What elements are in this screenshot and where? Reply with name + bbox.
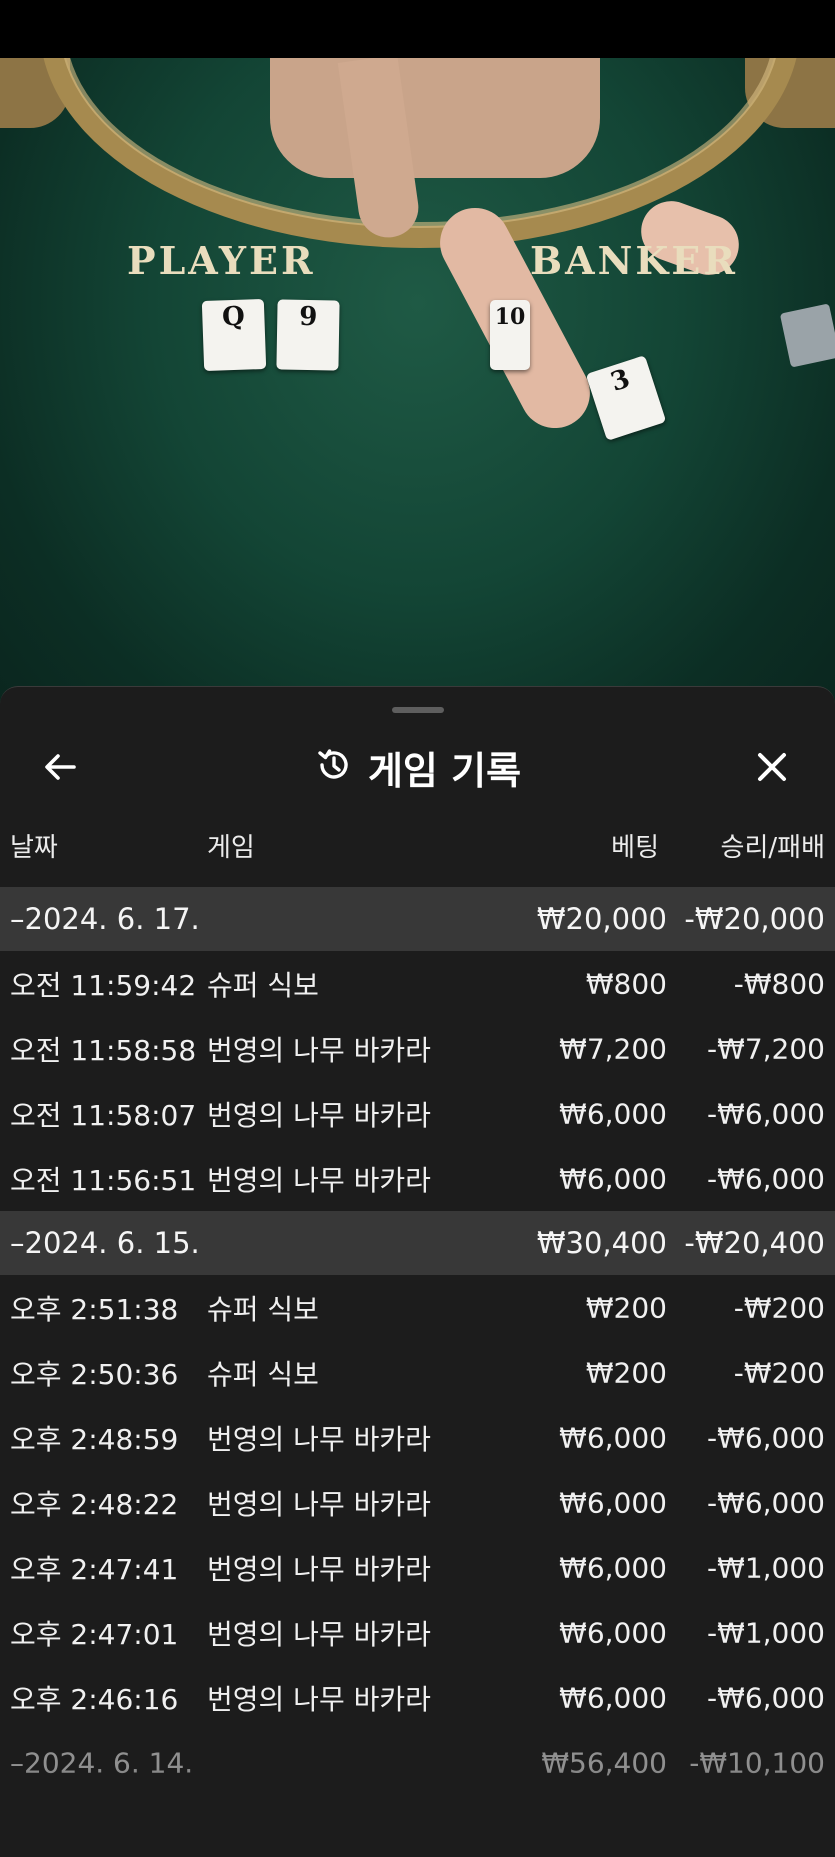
- row-time: 오전 11:58:07: [10, 1098, 197, 1132]
- row-time: 오후 2:48:59: [10, 1422, 179, 1456]
- history-row[interactable]: 오후 2:48:22 번영의 나무 바카라 ₩6,000 -₩6,000: [0, 1470, 835, 1535]
- arrow-left-icon: [45, 754, 76, 780]
- player-label: PLAYER: [127, 238, 316, 283]
- row-win-loss: -₩200: [733, 1356, 825, 1389]
- row-win-loss: -₩6,000: [707, 1486, 825, 1519]
- row-time: 오후 2:47:41: [10, 1552, 179, 1586]
- row-win-loss: -₩6,000: [707, 1421, 825, 1454]
- group-bet-total: ₩56,400: [541, 1746, 667, 1779]
- row-win-loss: -₩200: [733, 1291, 825, 1324]
- group-date: –2024. 6. 17.: [10, 902, 200, 936]
- playing-card: 10: [490, 300, 530, 370]
- column-header-game: 게임: [207, 833, 255, 863]
- row-bet: ₩6,000: [559, 1551, 667, 1584]
- banker-label: BANKER: [530, 238, 738, 283]
- row-bet: ₩200: [585, 1356, 667, 1389]
- card-shoe: [779, 303, 835, 368]
- row-game: 번영의 나무 바카라: [207, 1617, 431, 1651]
- playing-card: 3: [585, 355, 667, 441]
- drag-handle[interactable]: [392, 707, 444, 713]
- row-bet: ₩6,000: [559, 1616, 667, 1649]
- history-row[interactable]: 오전 11:58:58 번영의 나무 바카라 ₩7,200 -₩7,200: [0, 1016, 835, 1081]
- row-bet: ₩200: [585, 1291, 667, 1324]
- row-game: 번영의 나무 바카라: [207, 1682, 431, 1716]
- row-time: 오후 2:46:16: [10, 1682, 179, 1716]
- page-title: 게임 기록: [367, 748, 522, 793]
- history-row[interactable]: 오전 11:58:07 번영의 나무 바카라 ₩6,000 -₩6,000: [0, 1081, 835, 1146]
- close-button[interactable]: [750, 745, 794, 789]
- history-header: 게임 기록: [0, 735, 835, 799]
- row-game: 번영의 나무 바카라: [207, 1422, 431, 1456]
- group-win-loss-total: -₩20,000: [684, 902, 825, 936]
- group-win-loss-total: -₩10,100: [689, 1746, 825, 1779]
- history-row[interactable]: 오전 11:56:51 번영의 나무 바카라 ₩6,000 -₩6,000: [0, 1146, 835, 1211]
- history-list: –2024. 6. 17. ₩20,000 -₩20,000 오전 11:59:…: [0, 887, 835, 1795]
- column-header-date: 날짜: [10, 833, 58, 863]
- row-bet: ₩6,000: [559, 1097, 667, 1130]
- row-game: 번영의 나무 바카라: [207, 1552, 431, 1586]
- group-bet-total: ₩30,400: [536, 1226, 667, 1260]
- row-bet: ₩6,000: [559, 1681, 667, 1714]
- row-game: 번영의 나무 바카라: [207, 1487, 431, 1521]
- history-row[interactable]: 오후 2:51:38 슈퍼 식보 ₩200 -₩200: [0, 1275, 835, 1340]
- history-row[interactable]: 오전 11:59:42 슈퍼 식보 ₩800 -₩800: [0, 951, 835, 1016]
- history-row[interactable]: 오후 2:46:16 번영의 나무 바카라 ₩6,000 -₩6,000: [0, 1665, 835, 1730]
- row-win-loss: -₩6,000: [707, 1162, 825, 1195]
- playing-card: Q: [201, 298, 267, 372]
- row-bet: ₩800: [585, 967, 667, 1000]
- row-time: 오전 11:59:42: [10, 968, 197, 1002]
- row-win-loss: -₩6,000: [707, 1097, 825, 1130]
- date-group-header[interactable]: –2024. 6. 17. ₩20,000 -₩20,000: [0, 887, 835, 951]
- row-win-loss: -₩1,000: [707, 1551, 825, 1584]
- row-game: 번영의 나무 바카라: [207, 1098, 431, 1132]
- column-header-win-loss: 승리/패배: [720, 833, 825, 863]
- row-win-loss: -₩7,200: [707, 1032, 825, 1065]
- history-row[interactable]: 오후 2:47:41 번영의 나무 바카라 ₩6,000 -₩1,000: [0, 1535, 835, 1600]
- history-row[interactable]: 오후 2:50:36 슈퍼 식보 ₩200 -₩200: [0, 1340, 835, 1405]
- group-date: –2024. 6. 15.: [10, 1226, 200, 1260]
- playing-card: 9: [276, 299, 340, 371]
- row-game: 번영의 나무 바카라: [207, 1163, 431, 1197]
- group-win-loss-total: -₩20,400: [684, 1226, 825, 1260]
- date-group-header[interactable]: –2024. 6. 14. ₩56,400 -₩10,100: [0, 1730, 835, 1795]
- row-time: 오후 2:47:01: [10, 1617, 179, 1651]
- back-button[interactable]: [38, 745, 82, 789]
- row-bet: ₩7,200: [559, 1032, 667, 1065]
- row-time: 오후 2:48:22: [10, 1487, 179, 1521]
- history-icon: [314, 745, 354, 789]
- row-game: 슈퍼 식보: [207, 1292, 319, 1326]
- date-group-header[interactable]: –2024. 6. 15. ₩30,400 -₩20,400: [0, 1211, 835, 1275]
- group-date: –2024. 6. 14.: [10, 1746, 194, 1779]
- live-video-feed: PLAYER BANKER Q 9 10 3: [0, 58, 835, 758]
- row-win-loss: -₩800: [733, 967, 825, 1000]
- row-bet: ₩6,000: [559, 1162, 667, 1195]
- row-game: 번영의 나무 바카라: [207, 1033, 431, 1067]
- column-headers: 날짜 게임 베팅 승리/패배: [0, 827, 835, 873]
- row-time: 오전 11:56:51: [10, 1163, 197, 1197]
- game-history-sheet: 게임 기록 날짜 게임 베팅 승리/패배 –2024. 6. 17. ₩20,0…: [0, 686, 835, 1857]
- row-bet: ₩6,000: [559, 1421, 667, 1454]
- row-time: 오전 11:58:58: [10, 1033, 197, 1067]
- close-icon: [758, 753, 786, 781]
- row-win-loss: -₩1,000: [707, 1616, 825, 1649]
- group-bet-total: ₩20,000: [536, 902, 667, 936]
- dealer-torso: [270, 58, 600, 178]
- column-header-bet: 베팅: [611, 833, 659, 863]
- row-game: 슈퍼 식보: [207, 1357, 319, 1391]
- status-bar: [0, 0, 835, 58]
- row-game: 슈퍼 식보: [207, 968, 319, 1002]
- history-row[interactable]: 오후 2:47:01 번영의 나무 바카라 ₩6,000 -₩1,000: [0, 1600, 835, 1665]
- row-time: 오후 2:51:38: [10, 1292, 179, 1326]
- row-win-loss: -₩6,000: [707, 1681, 825, 1714]
- history-row[interactable]: 오후 2:48:59 번영의 나무 바카라 ₩6,000 -₩6,000: [0, 1405, 835, 1470]
- title-group: 게임 기록: [0, 735, 835, 799]
- row-time: 오후 2:50:36: [10, 1357, 179, 1391]
- row-bet: ₩6,000: [559, 1486, 667, 1519]
